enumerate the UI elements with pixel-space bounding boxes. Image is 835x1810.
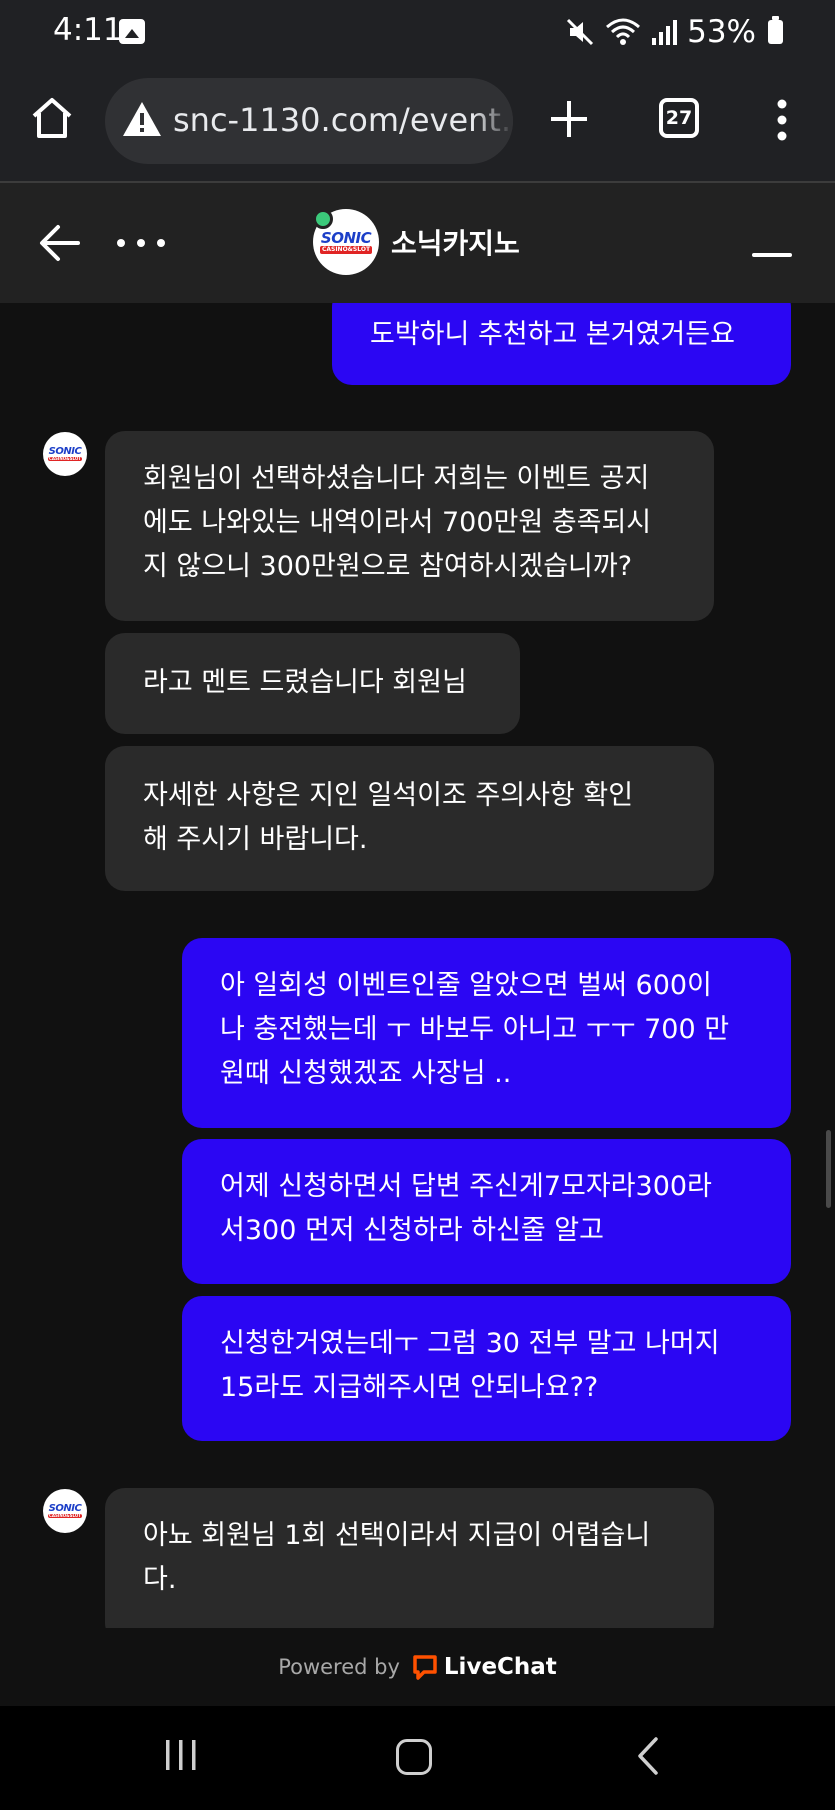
battery-percent: 53% (687, 14, 756, 50)
tabs-icon[interactable]: 27 (659, 98, 699, 138)
logo-text: SONIC (320, 228, 372, 247)
brand-avatar: SONIC CASINO&SLOT (313, 209, 379, 275)
back-nav-icon[interactable] (636, 1736, 660, 1776)
plus-icon[interactable] (548, 98, 590, 140)
message-list[interactable]: 도박하니 추천하고 본거였거든요 SONIC CASINO&SLOT 회원님이 선… (0, 303, 835, 1628)
agent-message: 회원님이 선택하셨습니다 저희는 이벤트 공지 에도 나와있는 내역이라서 70… (105, 431, 714, 621)
recent-apps-icon[interactable] (163, 1738, 199, 1772)
agent-message: 라고 멘트 드렸습니다 회원님 (105, 633, 520, 734)
sonic-logo: SONIC CASINO&SLOT (319, 228, 373, 254)
signal-icon (652, 20, 678, 45)
visitor-message: 아 일회성 이벤트인줄 알았으면 벌써 600이 나 충전했는데 ㅜ 바보두 아… (182, 938, 791, 1128)
battery-icon (768, 16, 783, 44)
status-bar: 4:11 53% (0, 0, 835, 62)
powered-by-footer[interactable]: Powered by LiveChat (0, 1628, 835, 1706)
logo-sub: CASINO&SLOT (319, 245, 373, 254)
url-text: snc-1130.com/event. (173, 101, 512, 139)
back-arrow-icon[interactable] (38, 223, 82, 263)
livechat-brand: LiveChat (443, 1654, 557, 1680)
agent-avatar: SONIC CASINO&SLOT (43, 1489, 87, 1533)
livechat-icon (413, 1655, 437, 1680)
visitor-message: 어제 신청하면서 답변 주신게7모자라300라 서300 먼저 신청하라 하신줄… (182, 1139, 791, 1284)
chat-brand: SONIC CASINO&SLOT 소닉카지노 (313, 207, 520, 277)
online-indicator (313, 209, 333, 229)
chat-header: SONIC CASINO&SLOT 소닉카지노 (0, 183, 835, 303)
mute-icon (567, 18, 594, 46)
more-vert-icon[interactable] (770, 96, 794, 144)
home-icon[interactable] (28, 94, 76, 142)
home-nav-icon[interactable] (396, 1739, 432, 1775)
minimize-icon[interactable] (752, 253, 792, 259)
screen: 4:11 53% snc-1130.com/event. 27 SONIC CA… (0, 0, 835, 1810)
url-fade (473, 78, 513, 164)
browser-toolbar: snc-1130.com/event. 27 (0, 62, 835, 182)
wifi-icon (606, 18, 641, 45)
warning-icon[interactable] (121, 98, 163, 140)
gallery-icon (119, 19, 145, 44)
visitor-message: 도박하니 추천하고 본거였거든요 (332, 303, 791, 385)
address-bar[interactable]: snc-1130.com/event. (105, 78, 513, 164)
powered-by-text: Powered by (278, 1655, 400, 1679)
status-icons: 53% (565, 12, 783, 52)
agent-message: 아뇨 회원님 1회 선택이라서 지급이 어렵습니 다. (105, 1488, 714, 1628)
visitor-message: 신청한거였는데ㅜ 그럼 30 전부 말고 나머지 15라도 지급해주시면 안되나… (182, 1296, 791, 1441)
status-time: 4:11 (53, 12, 123, 48)
scrollbar[interactable] (826, 1130, 831, 1208)
system-nav-bar (0, 1706, 835, 1810)
agent-avatar: SONIC CASINO&SLOT (43, 432, 87, 476)
agent-message: 자세한 사항은 지인 일석이조 주의사항 확인 해 주시기 바랍니다. (105, 746, 714, 891)
more-horiz-icon[interactable] (115, 235, 167, 251)
brand-name: 소닉카지노 (391, 227, 520, 260)
